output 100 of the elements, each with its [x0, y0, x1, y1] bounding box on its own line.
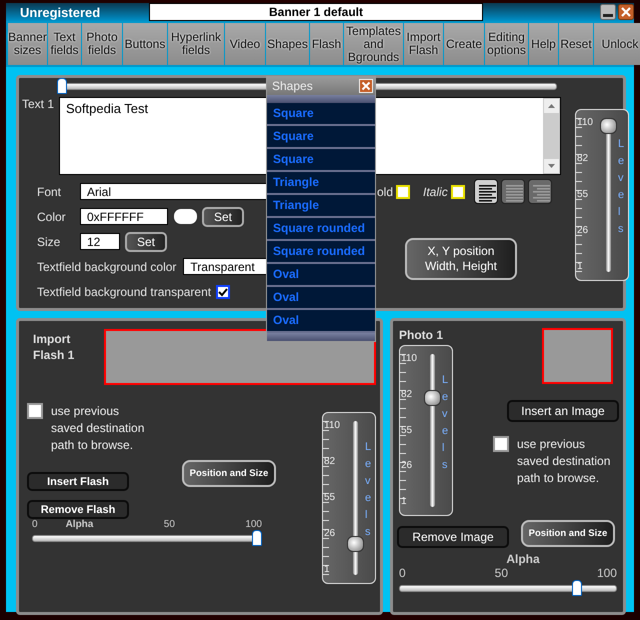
slider-thumb[interactable] — [572, 580, 582, 596]
color-swatch[interactable] — [174, 209, 197, 224]
align-left-button[interactable] — [474, 179, 498, 204]
slider-track[interactable] — [32, 530, 262, 546]
background-color-label: Textfield background color — [37, 260, 176, 274]
shape-item[interactable]: Triangle — [267, 195, 375, 218]
photo-preview — [542, 328, 613, 384]
tick-label: 100 — [596, 566, 617, 580]
italic-label: Italic — [423, 184, 448, 198]
menu-tab[interactable]: Create — [444, 23, 484, 65]
slider-thumb[interactable] — [600, 118, 617, 134]
scrollbar[interactable] — [543, 98, 560, 174]
minimize-icon[interactable] — [600, 4, 616, 20]
font-label: Font — [37, 184, 62, 198]
checkbox[interactable] — [216, 284, 230, 298]
close-icon[interactable] — [618, 4, 634, 20]
bold-label: old — [377, 184, 394, 198]
levels-label: Levels — [365, 440, 372, 540]
menu-tab[interactable]: Flash — [310, 23, 343, 65]
background-transparent-label: Textfield background transparent — [37, 284, 212, 298]
menu-tab[interactable]: Video — [225, 23, 265, 65]
checkbox[interactable] — [27, 403, 43, 419]
remove-flash-button[interactable]: Remove Flash — [27, 500, 129, 519]
menu-tab[interactable]: Text fields — [48, 23, 81, 65]
levels-slider[interactable]: 110 82 55 26 1 Levels — [575, 109, 629, 281]
position-and-size-button[interactable]: Position and Size — [521, 520, 615, 546]
slider-track[interactable] — [399, 580, 617, 596]
menu-tab[interactable]: Editing options — [485, 23, 528, 65]
size-label: Size — [37, 234, 62, 248]
slider-track[interactable] — [424, 354, 441, 507]
set-button[interactable]: Set — [202, 206, 244, 226]
alpha-label: Alpha — [66, 519, 94, 530]
slider-thumb[interactable] — [347, 536, 364, 552]
align-justify-button[interactable] — [500, 179, 525, 204]
align-right-button[interactable] — [528, 179, 552, 204]
popup-title: Shapes — [272, 79, 313, 93]
levels-slider[interactable]: 110 82 55 26 1 Levels — [322, 412, 376, 584]
scroll-up-icon[interactable] — [544, 99, 559, 113]
text-label: Text 1 — [21, 97, 56, 113]
position-and-size-button[interactable]: Position and Size — [182, 460, 276, 487]
shape-item[interactable]: Square — [267, 126, 375, 149]
tick-label: 110 — [323, 421, 341, 431]
tick-label: 55 — [400, 426, 414, 436]
use-previous-label: use previous saved destination path to browse. — [517, 436, 612, 487]
menu-tab[interactable]: Import Flash — [404, 23, 443, 65]
tick-label: 100 — [245, 519, 262, 530]
tick-label: 55 — [323, 493, 336, 503]
use-previous-label: use previous saved destination path to browse. — [51, 403, 146, 454]
shape-item[interactable]: Square — [267, 103, 375, 126]
levels-label: Levels — [618, 137, 624, 237]
menu-tab[interactable]: Templates and Bgrounds — [344, 23, 403, 65]
color-label: Color — [37, 210, 67, 224]
slider-thumb[interactable] — [252, 530, 262, 546]
menu-tab[interactable]: Banner sizes — [8, 23, 47, 65]
tick-label: 110 — [400, 354, 418, 364]
shape-item[interactable]: Square rounded — [267, 218, 375, 241]
menu-tab[interactable]: Reset — [559, 23, 593, 65]
shape-item[interactable]: Oval — [267, 264, 375, 287]
tick-label: 26 — [323, 529, 336, 539]
menu-tab[interactable]: Unlock — [594, 23, 640, 65]
tick-label: 1 — [576, 262, 584, 272]
shape-item[interactable]: Square — [267, 149, 375, 172]
insert-flash-button[interactable]: Insert Flash — [27, 472, 129, 491]
tick-label: 82 — [323, 457, 336, 467]
flash-title: Import Flash 1 — [33, 331, 76, 364]
tick-label: 0 — [399, 566, 406, 580]
levels-label: Levels — [442, 373, 448, 473]
menu-tab[interactable]: Photo fields — [82, 23, 122, 65]
shape-item[interactable]: Oval — [267, 310, 375, 333]
shape-item[interactable]: Oval — [267, 287, 375, 310]
tick-label: 50 — [494, 566, 508, 580]
banner-name-field[interactable]: Banner 1 default — [149, 3, 483, 21]
menu-tab[interactable]: Help — [529, 23, 558, 65]
set-button[interactable]: Set — [125, 232, 167, 252]
position-button[interactable]: X, Y position Width, Height — [405, 238, 517, 280]
tick-label: 50 — [164, 519, 175, 530]
slider-track[interactable] — [600, 118, 617, 272]
slider-thumb[interactable] — [424, 390, 441, 406]
menu-tab[interactable]: Shapes — [266, 23, 309, 65]
tick-label: 26 — [576, 226, 590, 236]
tick-label: 110 — [576, 118, 594, 128]
tick-label: 55 — [576, 190, 590, 200]
shape-item[interactable]: Square rounded — [267, 241, 375, 264]
color-field[interactable]: 0xFFFFFF — [80, 208, 168, 225]
tick-label: 82 — [400, 390, 414, 400]
menu-tab[interactable]: Buttons — [123, 23, 167, 65]
checkbox[interactable] — [493, 436, 509, 452]
shape-item[interactable]: Triangle — [267, 172, 375, 195]
insert-image-button[interactable]: Insert an Image — [507, 400, 619, 422]
slider-track[interactable] — [347, 421, 364, 575]
tick-label: 26 — [400, 461, 414, 472]
menu-tab[interactable]: Hyperlink fields — [168, 23, 224, 65]
tick-label: 1 — [400, 497, 408, 507]
window-title: Unregistered — [19, 4, 102, 20]
slider-thumb[interactable] — [57, 78, 67, 94]
remove-image-button[interactable]: Remove Image — [397, 526, 509, 548]
scroll-down-icon[interactable] — [544, 159, 559, 173]
levels-slider[interactable]: 110 82 55 26 1 Levels — [399, 345, 453, 516]
size-field[interactable]: 12 — [80, 233, 120, 250]
alpha-label: Alpha — [506, 552, 540, 566]
